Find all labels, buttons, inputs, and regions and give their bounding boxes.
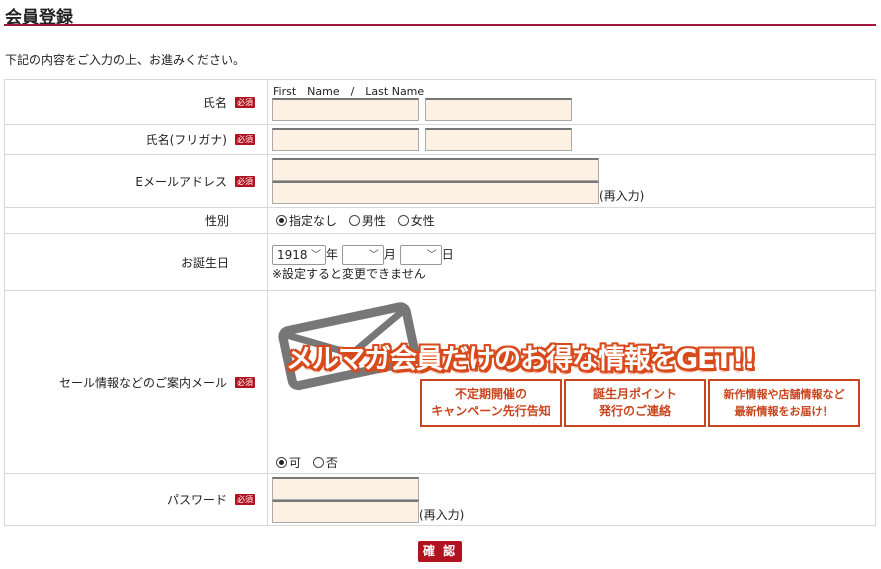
first-name-input[interactable] [272,98,419,121]
birthday-field-cell: 1918 ﹀ 年 ﹀ 月 ﹀ 日 ※設定すると変更できません [267,233,876,291]
benefit-latest-news: 新作情報や店舗情報など 最新情報をお届け！ [708,379,860,427]
row-birthday: お誕生日 1918 ﹀ 年 ﹀ 月 ﹀ 日 ※設定すると変更できません [4,233,876,291]
email-label: Eメールアドレス [135,174,227,189]
benefit-line: キャンペーン先行告知 [431,404,551,418]
newsletter-banner: メルマガ会員だけのお得な情報をGET!! [286,344,756,375]
benefit-campaign: 不定期開催の キャンペーン先行告知 [420,379,562,427]
benefit-line: 誕生月ポイント [592,387,677,401]
row-email: Eメールアドレス 必須 (再入力) [4,154,876,208]
newsletter-radio-yes[interactable] [276,457,287,468]
first-name-kana-input[interactable] [272,128,419,151]
furigana-label-cell: 氏名(フリガナ) 必須 [4,124,268,155]
birth-year-value: 1918 [277,247,308,262]
name-hint: First Name / Last Name [273,85,425,98]
benefit-line: 発行のご連絡 [598,404,671,418]
month-unit: 月 [383,247,396,261]
row-gender: 性別 指定なし 男性 女性 [4,207,876,234]
benefit-line: 新作情報や店舗情報など [723,388,845,401]
last-name-input[interactable] [424,98,572,121]
name-label-cell: 氏名 必須 [4,79,268,125]
last-name-kana-input[interactable] [424,128,572,151]
furigana-field-cell [267,124,876,155]
birth-month-select[interactable]: ﹀ [341,244,384,265]
required-badge: 必須 [235,494,255,505]
email-field-cell: (再入力) [267,154,876,208]
newsletter-option-yes: 可 [289,456,302,470]
birthday-label-cell: お誕生日 [4,233,268,291]
required-badge: 必須 [235,175,255,187]
birth-year-select[interactable]: 1918 ﹀ [272,244,326,265]
birth-day-select[interactable]: ﹀ [399,244,442,265]
password-confirm-input[interactable] [272,499,419,523]
gender-radio-male[interactable] [348,215,360,226]
benefit-birthday-points: 誕生月ポイント 発行のご連絡 [564,379,706,427]
email-label-cell: Eメールアドレス 必須 [4,154,268,208]
gender-field-cell: 指定なし 男性 女性 [267,207,876,234]
password-label-cell: パスワード 必須 [4,473,268,526]
confirm-button[interactable]: 確 認 [418,541,462,562]
row-password: パスワード 必須 (再入力) [4,473,876,526]
newsletter-option-no: 否 [325,456,338,470]
gender-option-unspecified: 指定なし [289,214,338,228]
gender-option-female: 女性 [410,214,435,228]
newsletter-label: セール情報などのご案内メール [58,375,227,390]
password-field-cell: (再入力) [267,473,876,526]
name-field-cell: First Name / Last Name [267,79,876,125]
birthday-note: ※設定すると変更できません [272,266,426,281]
required-badge: 必須 [235,96,255,108]
benefit-line: 不定期開催の [454,387,527,401]
gender-radio-unspecified[interactable] [276,215,287,226]
chevron-down-icon: ﹀ [311,249,321,261]
required-badge: 必須 [235,134,255,145]
registration-form: 氏名 必須 First Name / Last Name 氏名(フリガナ) 必須 E… [4,79,876,526]
year-unit: 年 [326,247,339,261]
furigana-label: 氏名(フリガナ) [145,133,227,147]
gender-label-cell: 性別 [4,207,268,234]
password-input[interactable] [272,476,419,500]
newsletter-label-cell: セール情報などのご案内メール 必須 [4,290,268,474]
row-furigana: 氏名(フリガナ) 必須 [4,124,876,155]
email-input[interactable] [272,158,599,181]
title-underline [4,24,876,26]
intro-text: 下記の内容をご入力の上、お進みください。 [5,53,246,67]
password-reenter-label: (再入力) [419,507,465,522]
day-unit: 日 [441,247,454,261]
row-name: 氏名 必須 First Name / Last Name [4,79,876,125]
name-label: 氏名 [202,95,227,110]
gender-radio-female[interactable] [397,215,409,226]
benefit-line: 最新情報をお届け！ [734,405,834,418]
required-badge: 必須 [235,376,255,388]
birthday-label: お誕生日 [180,255,229,270]
chevron-down-icon: ﹀ [368,249,379,261]
email-confirm-input[interactable] [272,181,599,204]
password-label: パスワード [166,493,227,507]
email-reenter-label: (再入力) [599,189,645,203]
gender-label: 性別 [204,214,229,228]
chevron-down-icon: ﹀ [426,249,437,261]
newsletter-radio-no[interactable] [312,457,324,468]
gender-option-male: 男性 [361,214,386,228]
